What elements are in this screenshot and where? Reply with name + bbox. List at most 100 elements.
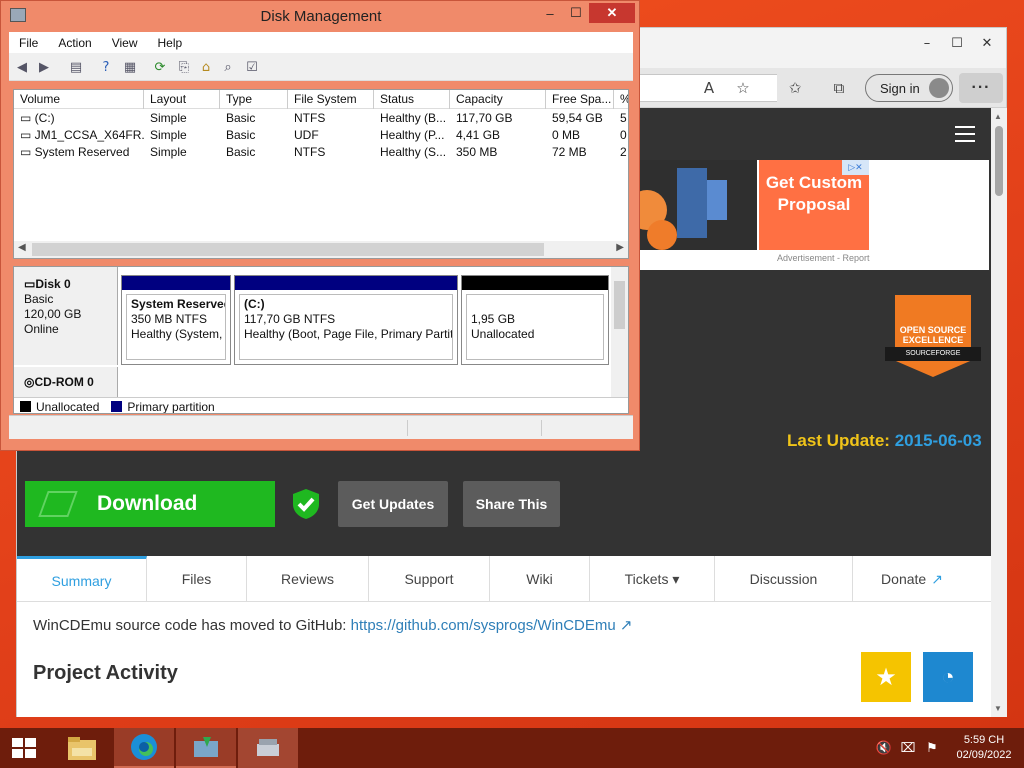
hamburger-menu-icon[interactable] bbox=[955, 126, 975, 142]
partition-c[interactable]: (C:) 117,70 GB NTFS Healthy (Boot, Page … bbox=[234, 275, 458, 365]
notice-text: WinCDEmu source code has moved to GitHub… bbox=[33, 617, 351, 634]
drive-icon: ▭ bbox=[20, 145, 35, 159]
partition-system-reserved[interactable]: System Reserved 350 MB NTFS Healthy (Sys… bbox=[121, 275, 231, 365]
cell-free-space: 59,54 GB bbox=[552, 111, 603, 125]
maximize-icon[interactable]: ☐ bbox=[563, 3, 589, 23]
scroll-left-icon[interactable]: ◀ bbox=[18, 242, 26, 253]
read-aloud-icon[interactable]: A bbox=[697, 76, 721, 100]
taskbar-edge[interactable] bbox=[114, 728, 174, 768]
clock[interactable]: 5:59 CH 02/09/2022 bbox=[944, 733, 1024, 763]
col-status[interactable]: Status bbox=[374, 90, 450, 109]
tab-support[interactable]: Support bbox=[369, 556, 490, 602]
col-type[interactable]: Type bbox=[220, 90, 288, 109]
table-row[interactable]: ▭ (C:) Simple Basic NTFS Healthy (B... 1… bbox=[14, 110, 628, 127]
tab-reviews[interactable]: Reviews bbox=[247, 556, 369, 602]
menu-help[interactable]: Help bbox=[148, 36, 193, 50]
cdrom-name: CD-ROM 0 bbox=[34, 375, 94, 389]
tab-discussion[interactable]: Discussion bbox=[715, 556, 853, 602]
cell-free-space: 72 MB bbox=[552, 145, 587, 159]
last-update-value: 2015-06-03 bbox=[894, 431, 982, 450]
refresh-icon[interactable]: ⟳ bbox=[151, 58, 169, 76]
minimize-icon[interactable]: – bbox=[537, 3, 563, 23]
cell-volume: ▭ JM1_CCSA_X64FR... bbox=[20, 128, 144, 142]
disk-management-icon bbox=[257, 739, 279, 756]
share-this-button[interactable]: Share This bbox=[463, 481, 560, 527]
menu-file[interactable]: File bbox=[9, 36, 48, 50]
volume-muted-icon[interactable]: 🔇 bbox=[872, 741, 896, 756]
col-percent-free[interactable]: % bbox=[614, 90, 628, 109]
more-options-button[interactable]: ··· bbox=[959, 73, 1003, 103]
rescan-icon[interactable]: ⎘ bbox=[175, 58, 193, 76]
col-filesystem[interactable]: File System bbox=[288, 90, 374, 109]
col-volume[interactable]: Volume bbox=[14, 90, 144, 109]
close-icon[interactable]: ✕ bbox=[589, 3, 635, 23]
partition-size: 117,70 GB NTFS bbox=[244, 312, 336, 326]
cdrom-0-label[interactable]: ◎CD-ROM 0 bbox=[14, 367, 118, 397]
partition-status: Unallocated bbox=[471, 327, 535, 341]
collections-icon[interactable]: ⧉ bbox=[827, 76, 851, 100]
action-center-icon[interactable]: ⚑ bbox=[920, 741, 944, 756]
start-button[interactable] bbox=[0, 728, 50, 768]
dm-titlebar[interactable]: Disk Management – ☐ ✕ bbox=[1, 1, 641, 31]
rss-icon: ◔ bbox=[941, 664, 955, 689]
network-icon[interactable]: ⌧ bbox=[896, 741, 920, 756]
scrollbar-thumb[interactable] bbox=[614, 281, 625, 329]
forward-icon[interactable]: ▶ bbox=[35, 58, 53, 76]
scrollbar-thumb[interactable] bbox=[995, 126, 1003, 196]
tab-donate[interactable]: Donate ↗ bbox=[853, 556, 971, 602]
ad-caption[interactable]: Advertisement - Report bbox=[777, 253, 870, 263]
legend-unallocated-swatch bbox=[20, 401, 31, 412]
minimize-icon[interactable]: – bbox=[912, 32, 942, 54]
cell-status: Healthy (S... bbox=[380, 145, 447, 159]
disk-area-scrollbar[interactable] bbox=[611, 267, 628, 397]
ad-choices-icon[interactable]: ▷✕ bbox=[842, 160, 869, 175]
tab-tickets[interactable]: Tickets ▾ bbox=[590, 556, 715, 602]
search-icon[interactable]: ⌕ bbox=[219, 58, 237, 76]
scrollbar-thumb[interactable] bbox=[32, 243, 544, 256]
rss-button[interactable]: ◔ bbox=[923, 652, 973, 702]
system-tray: 🔇 ⌧ ⚑ 5:59 CH 02/09/2022 bbox=[872, 728, 1024, 768]
tab-wiki[interactable]: Wiki bbox=[490, 556, 590, 602]
taskbar-disk-management[interactable] bbox=[238, 728, 298, 768]
partition-unallocated[interactable]: 1,95 GB Unallocated bbox=[461, 275, 609, 365]
download-button[interactable]: Download bbox=[25, 481, 275, 527]
get-updates-button[interactable]: Get Updates bbox=[338, 481, 448, 527]
cell-free-space: 0 MB bbox=[552, 128, 581, 142]
back-icon[interactable]: ◀ bbox=[13, 58, 31, 76]
tab-summary[interactable]: Summary bbox=[17, 556, 147, 602]
col-free-space[interactable]: Free Spa... bbox=[546, 90, 614, 109]
taskbar-wincdemu[interactable] bbox=[176, 728, 236, 768]
partition-size: 1,95 GB bbox=[471, 312, 516, 326]
add-favorite-icon[interactable]: ☆ bbox=[731, 76, 755, 100]
favorites-icon[interactable]: ✩ bbox=[783, 76, 807, 100]
advertisement[interactable]: Get Custom Proposal ▷✕ Advertisement - R… bbox=[637, 160, 989, 270]
open-folder-icon[interactable]: ⌂ bbox=[197, 58, 215, 76]
sign-in-button[interactable]: Sign in bbox=[865, 74, 953, 102]
taskbar-file-explorer[interactable] bbox=[52, 728, 112, 768]
horizontal-scrollbar[interactable]: ◀ ▶ bbox=[14, 241, 628, 258]
scroll-down-icon[interactable]: ▼ bbox=[994, 704, 1002, 713]
github-link[interactable]: https://github.com/sysprogs/WinCDEmu bbox=[351, 617, 616, 634]
star-button[interactable]: ★ bbox=[861, 652, 911, 702]
scroll-up-icon[interactable]: ▲ bbox=[994, 112, 1002, 121]
table-row[interactable]: ▭ JM1_CCSA_X64FR... Simple Basic UDF Hea… bbox=[14, 127, 628, 144]
properties-icon[interactable]: ▦ bbox=[121, 58, 139, 76]
menu-view[interactable]: View bbox=[102, 36, 148, 50]
show-hide-tree-icon[interactable]: ▤ bbox=[67, 58, 85, 76]
dm-toolbar: ◀ ▶ ▤ ? ▦ ⟳ ⎘ ⌂ ⌕ ☑ bbox=[9, 53, 633, 81]
scroll-right-icon[interactable]: ▶ bbox=[616, 242, 624, 253]
cell-capacity: 4,41 GB bbox=[456, 128, 501, 142]
check-list-icon[interactable]: ☑ bbox=[243, 58, 261, 76]
menu-action[interactable]: Action bbox=[48, 36, 101, 50]
col-layout[interactable]: Layout bbox=[144, 90, 220, 109]
disk-management-window[interactable]: Disk Management – ☐ ✕ File Action View H… bbox=[0, 0, 640, 451]
col-capacity[interactable]: Capacity bbox=[450, 90, 546, 109]
disk-0-label[interactable]: ▭Disk 0 Basic 120,00 GB Online bbox=[14, 267, 118, 365]
tab-files[interactable]: Files bbox=[147, 556, 247, 602]
help-icon[interactable]: ? bbox=[97, 58, 115, 76]
table-row[interactable]: ▭ System Reserved Simple Basic NTFS Heal… bbox=[14, 144, 628, 161]
cell-filesystem: NTFS bbox=[294, 145, 326, 159]
maximize-icon[interactable]: ☐ bbox=[942, 32, 972, 54]
close-icon[interactable]: ✕ bbox=[972, 32, 1002, 54]
browser-scrollbar[interactable]: ▲ ▼ bbox=[991, 108, 1007, 717]
